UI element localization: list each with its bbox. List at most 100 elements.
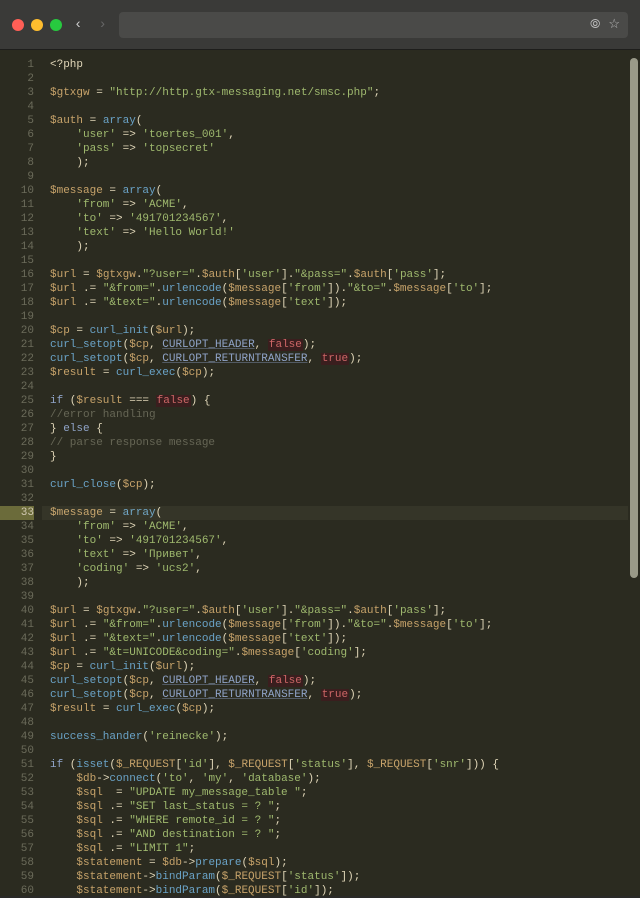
url-bar[interactable]: ⦾ ☆ bbox=[119, 12, 628, 38]
code-line[interactable]: ); bbox=[50, 240, 628, 254]
code-line[interactable]: $auth = array( bbox=[50, 114, 628, 128]
code-editor: 1234567891011121314151617181920212223242… bbox=[0, 50, 640, 896]
code-line[interactable]: $sql = "UPDATE my_message_table "; bbox=[50, 786, 628, 800]
line-number: 16 bbox=[0, 268, 34, 282]
code-line[interactable]: // parse response message bbox=[50, 436, 628, 450]
code-line[interactable]: $result = curl_exec($cp); bbox=[50, 702, 628, 716]
code-line[interactable]: } else { bbox=[50, 422, 628, 436]
line-number: 37 bbox=[0, 562, 34, 576]
line-number: 48 bbox=[0, 716, 34, 730]
code-line[interactable]: $db->connect('to', 'my', 'database'); bbox=[50, 772, 628, 786]
code-line[interactable]: success_hander('reinecke'); bbox=[50, 730, 628, 744]
bookmark-star-icon[interactable]: ☆ bbox=[608, 17, 620, 32]
code-line[interactable]: //error handling bbox=[50, 408, 628, 422]
maximize-window-button[interactable] bbox=[50, 19, 62, 31]
code-line[interactable]: <?php bbox=[50, 58, 628, 72]
code-line[interactable]: $sql .= "WHERE remote_id = ? "; bbox=[50, 814, 628, 828]
code-line[interactable]: 'to' => '491701234567', bbox=[50, 212, 628, 226]
code-line[interactable] bbox=[50, 380, 628, 394]
code-line[interactable] bbox=[50, 716, 628, 730]
line-number: 15 bbox=[0, 254, 34, 268]
line-number: 40 bbox=[0, 604, 34, 618]
code-line[interactable]: $url .= "&from=".urlencode($message['fro… bbox=[50, 282, 628, 296]
line-number: 49 bbox=[0, 730, 34, 744]
line-number: 33 bbox=[0, 506, 34, 520]
back-button[interactable]: ‹ bbox=[70, 17, 86, 33]
code-line[interactable]: $statement->bindParam($_REQUEST['id']); bbox=[50, 884, 628, 896]
line-number: 55 bbox=[0, 814, 34, 828]
code-line[interactable]: 'user' => 'toertes_001', bbox=[50, 128, 628, 142]
line-number: 34 bbox=[0, 520, 34, 534]
code-line[interactable]: 'coding' => 'ucs2', bbox=[50, 562, 628, 576]
code-line[interactable]: $url .= "&t=UNICODE&coding=".$message['c… bbox=[50, 646, 628, 660]
code-line[interactable] bbox=[50, 590, 628, 604]
code-line[interactable]: $url .= "&from=".urlencode($message['fro… bbox=[50, 618, 628, 632]
line-number-gutter: 1234567891011121314151617181920212223242… bbox=[0, 50, 42, 896]
code-line[interactable]: if ($result === false) { bbox=[50, 394, 628, 408]
line-number: 43 bbox=[0, 646, 34, 660]
line-number: 1 bbox=[0, 58, 34, 72]
line-number: 38 bbox=[0, 576, 34, 590]
code-line[interactable] bbox=[50, 170, 628, 184]
line-number: 28 bbox=[0, 436, 34, 450]
code-line[interactable]: $statement = $db->prepare($sql); bbox=[50, 856, 628, 870]
minimize-window-button[interactable] bbox=[31, 19, 43, 31]
vertical-scrollbar[interactable] bbox=[628, 50, 640, 896]
code-line[interactable] bbox=[50, 254, 628, 268]
code-line[interactable]: $url = $gtxgw."?user=".$auth['user']."&p… bbox=[50, 604, 628, 618]
code-area[interactable]: <?php $gtxgw = "http://http.gtx-messagin… bbox=[42, 50, 628, 896]
code-line[interactable] bbox=[50, 310, 628, 324]
code-line[interactable]: $sql .= "SET last_status = ? "; bbox=[50, 800, 628, 814]
close-window-button[interactable] bbox=[12, 19, 24, 31]
search-icon[interactable]: ⦾ bbox=[590, 17, 600, 32]
line-number: 4 bbox=[0, 100, 34, 114]
code-line[interactable]: 'from' => 'ACME', bbox=[50, 198, 628, 212]
code-line[interactable]: $message = array( bbox=[50, 184, 628, 198]
code-line[interactable]: 'text' => 'Привет', bbox=[50, 548, 628, 562]
code-line[interactable]: 'pass' => 'topsecret' bbox=[50, 142, 628, 156]
code-line[interactable] bbox=[50, 72, 628, 86]
line-number: 51 bbox=[0, 758, 34, 772]
code-line[interactable]: $sql .= "AND destination = ? "; bbox=[50, 828, 628, 842]
scrollbar-thumb[interactable] bbox=[630, 58, 638, 578]
code-line[interactable]: curl_setopt($cp, CURLOPT_RETURNTRANSFER,… bbox=[50, 688, 628, 702]
line-number: 2 bbox=[0, 72, 34, 86]
code-line[interactable]: 'to' => '491701234567', bbox=[50, 534, 628, 548]
code-line[interactable]: $statement->bindParam($_REQUEST['status'… bbox=[50, 870, 628, 884]
code-line[interactable]: 'text' => 'Hello World!' bbox=[50, 226, 628, 240]
code-line[interactable]: $gtxgw = "http://http.gtx-messaging.net/… bbox=[50, 86, 628, 100]
code-line[interactable]: 'from' => 'ACME', bbox=[50, 520, 628, 534]
line-number: 24 bbox=[0, 380, 34, 394]
line-number: 45 bbox=[0, 674, 34, 688]
code-line[interactable]: } bbox=[50, 450, 628, 464]
code-line[interactable]: $url .= "&text=".urlencode($message['tex… bbox=[50, 632, 628, 646]
line-number: 26 bbox=[0, 408, 34, 422]
line-number: 8 bbox=[0, 156, 34, 170]
line-number: 42 bbox=[0, 632, 34, 646]
url-input[interactable] bbox=[127, 18, 584, 32]
code-line[interactable]: if (isset($_REQUEST['id'], $_REQUEST['st… bbox=[50, 758, 628, 772]
code-line[interactable]: curl_close($cp); bbox=[50, 478, 628, 492]
code-line[interactable]: curl_setopt($cp, CURLOPT_RETURNTRANSFER,… bbox=[50, 352, 628, 366]
code-line[interactable]: $result = curl_exec($cp); bbox=[50, 366, 628, 380]
forward-button[interactable]: › bbox=[94, 17, 110, 33]
code-line[interactable]: ); bbox=[50, 156, 628, 170]
code-line[interactable] bbox=[50, 464, 628, 478]
code-line[interactable]: $sql .= "LIMIT 1"; bbox=[50, 842, 628, 856]
code-line[interactable]: ); bbox=[50, 576, 628, 590]
line-number: 3 bbox=[0, 86, 34, 100]
code-line[interactable] bbox=[50, 744, 628, 758]
line-number: 14 bbox=[0, 240, 34, 254]
code-line[interactable]: curl_setopt($cp, CURLOPT_HEADER, false); bbox=[50, 338, 628, 352]
code-line[interactable]: $url = $gtxgw."?user=".$auth['user']."&p… bbox=[50, 268, 628, 282]
line-number: 17 bbox=[0, 282, 34, 296]
code-line[interactable]: curl_setopt($cp, CURLOPT_HEADER, false); bbox=[50, 674, 628, 688]
line-number: 52 bbox=[0, 772, 34, 786]
code-line[interactable]: $url .= "&text=".urlencode($message['tex… bbox=[50, 296, 628, 310]
code-line[interactable] bbox=[50, 492, 628, 506]
code-line[interactable]: $cp = curl_init($url); bbox=[50, 660, 628, 674]
line-number: 32 bbox=[0, 492, 34, 506]
line-number: 30 bbox=[0, 464, 34, 478]
code-line[interactable] bbox=[50, 100, 628, 114]
code-line[interactable]: $cp = curl_init($url); bbox=[50, 324, 628, 338]
